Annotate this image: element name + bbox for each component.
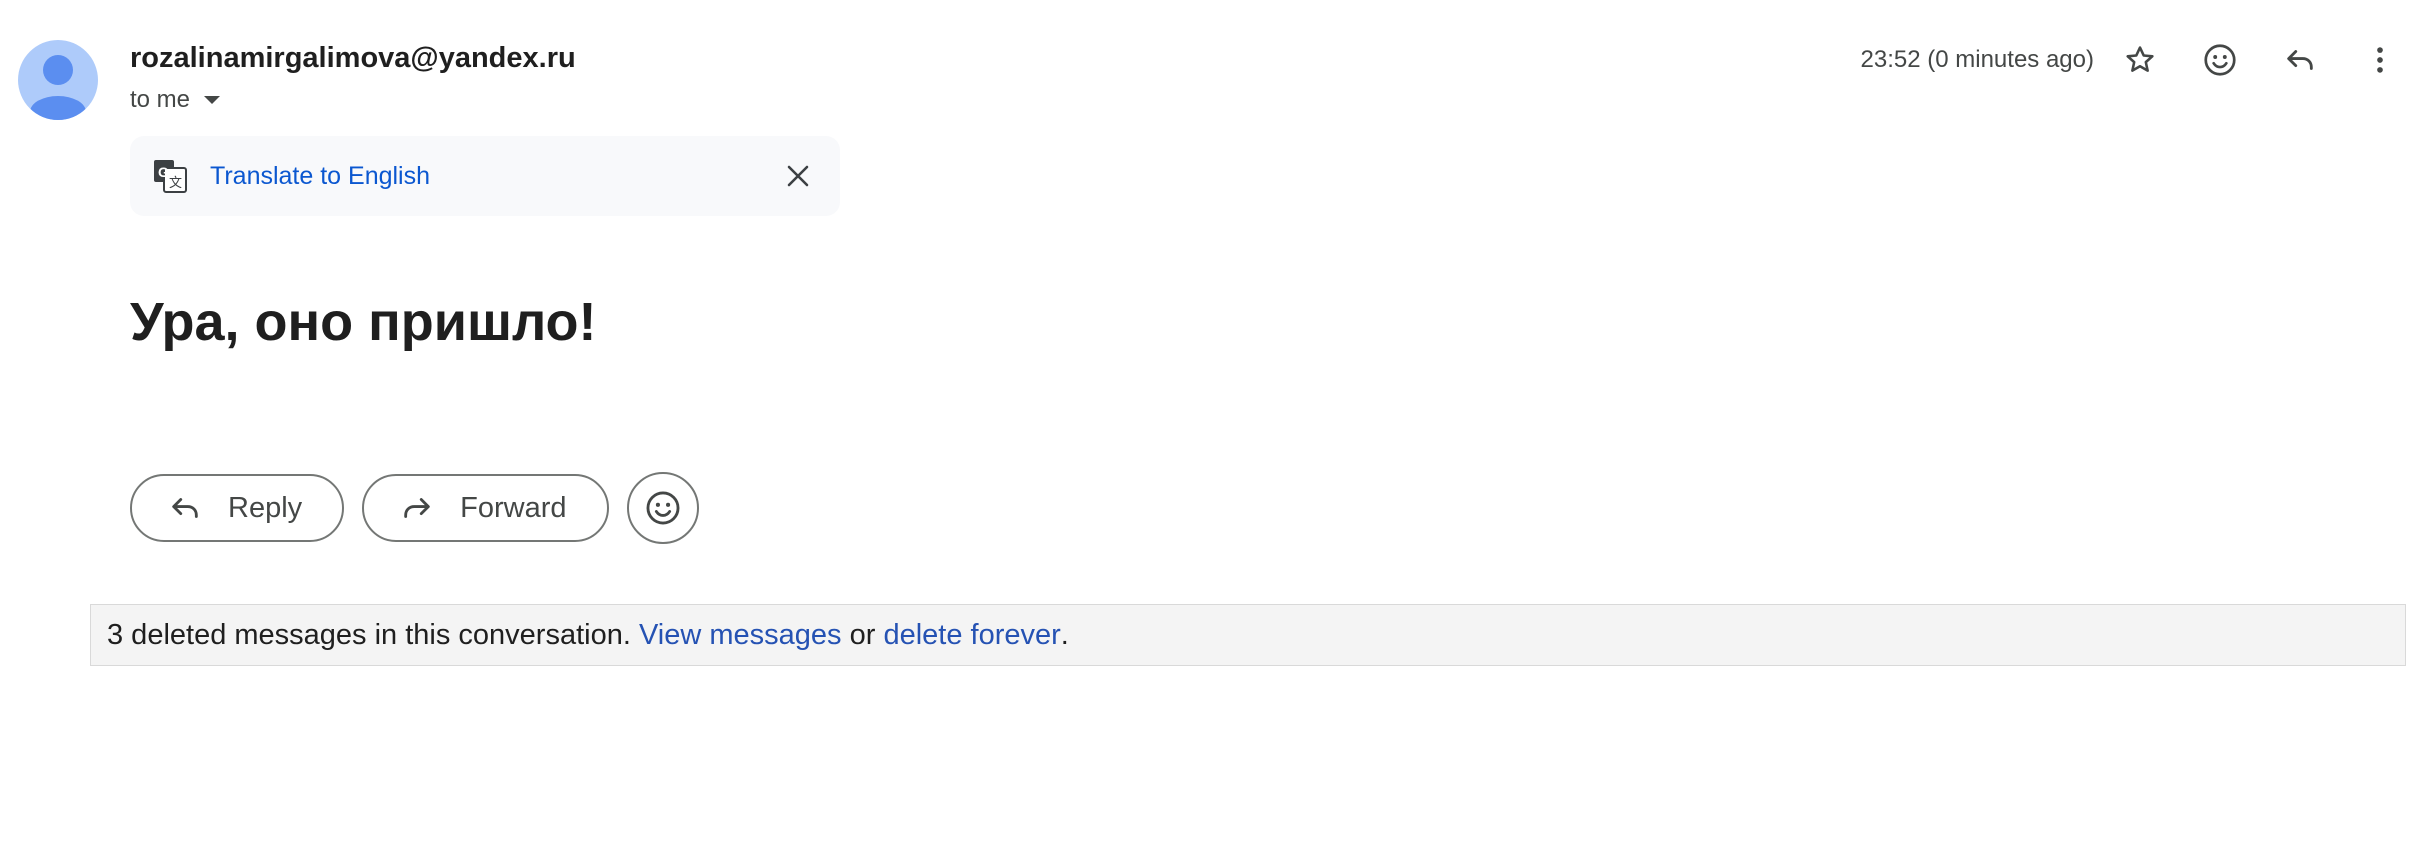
deleted-notice-connector: or [849,618,876,651]
message-actions: Reply Forward [130,472,699,544]
forward-icon [404,498,430,518]
emoji-icon[interactable] [2196,36,2244,84]
forward-button-label: Forward [460,491,567,524]
recipients-line[interactable]: to me [130,84,221,116]
forward-button[interactable]: Forward [362,474,609,542]
add-reaction-icon [646,491,679,525]
svg-text:G: G [158,164,169,180]
close-icon[interactable] [778,156,818,196]
reply-icon[interactable] [2276,36,2324,84]
message-timestamp: 23:52 (0 minutes ago) [1860,46,2094,73]
email-message-view: rozalinamirgalimova@yandex.ru to me 23:5… [0,0,2430,852]
translate-banner: G 文 Translate to English [130,136,840,216]
reply-icon [172,498,198,518]
chevron-down-icon[interactable] [204,96,221,104]
sender-avatar[interactable] [18,40,98,120]
add-reaction-button[interactable] [626,472,699,544]
person-icon [30,55,86,120]
recipients-label: to me [130,86,191,113]
translate-link[interactable]: Translate to English [210,158,430,194]
deleted-notice-end: . [1060,618,1069,651]
delete-forever-link[interactable]: delete forever [883,619,1060,652]
sender-email[interactable]: rozalinamirgalimova@yandex.ru [130,40,576,76]
star-icon[interactable] [2116,36,2164,84]
message-body: Ура, оно пришло! [130,292,597,352]
reply-button-label: Reply [228,491,303,524]
deleted-notice-text: 3 deleted messages in this conversation. [107,618,631,651]
translate-icon: G 文 [152,158,188,194]
deleted-messages-notice: 3 deleted messages in this conversation.… [90,604,2406,666]
more-vert-icon[interactable] [2356,36,2404,84]
reply-button[interactable]: Reply [130,474,345,542]
svg-text:文: 文 [169,175,182,190]
message-header-actions [2116,36,2406,84]
view-messages-link[interactable]: View messages [639,619,842,652]
